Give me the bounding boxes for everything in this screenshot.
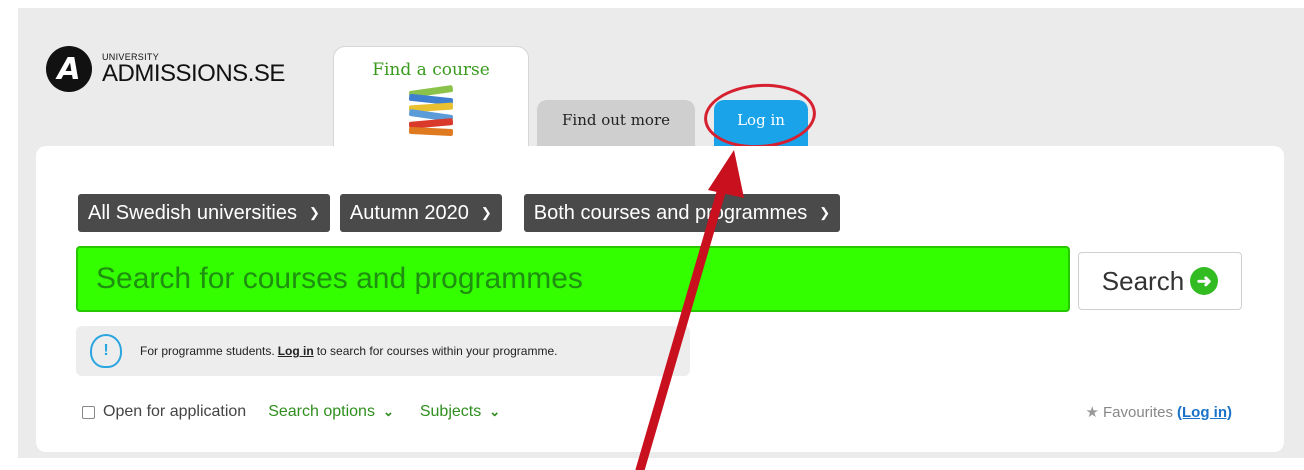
- annotation-arrow: [635, 150, 744, 470]
- page: A UNIVERSITY ADMISSIONS.SE Find a course…: [0, 0, 1304, 470]
